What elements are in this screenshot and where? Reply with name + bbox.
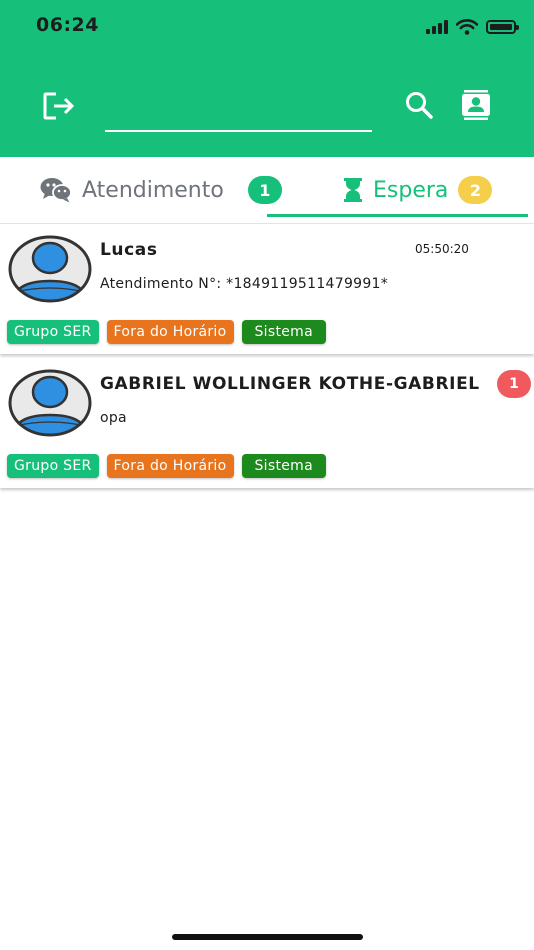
tag-list: Grupo SER Fora do Horário Sistema — [7, 454, 326, 478]
chat-bubbles-icon — [40, 178, 72, 203]
message-time: 05:50:20 — [415, 242, 469, 256]
search-input[interactable] — [105, 98, 372, 128]
last-message: Atendimento N°: *1849119511479991* — [100, 276, 389, 292]
contact-name: GABRIEL WOLLINGER KOTHE-GABRIEL — [100, 374, 480, 394]
status-icons — [426, 17, 519, 37]
tag-fora-do-horario: Fora do Horário — [106, 454, 234, 478]
tab-bar: Atendimento 1 Espera 2 — [0, 157, 534, 223]
avatar — [8, 369, 92, 437]
avatar — [8, 235, 92, 303]
battery-icon — [486, 20, 519, 34]
contact-card-icon[interactable] — [460, 89, 492, 121]
hourglass-icon — [344, 178, 362, 202]
tag-sistema: Sistema — [241, 454, 326, 478]
tab-espera-count: 2 — [458, 176, 493, 204]
conversation-item[interactable]: Lucas 05:50:20 Atendimento N°: *18491195… — [0, 224, 534, 354]
last-message: opa — [100, 410, 127, 426]
tag-sistema: Sistema — [241, 320, 326, 344]
tag-grupo-ser: Grupo SER — [7, 454, 99, 478]
tab-espera-label: Espera — [373, 177, 449, 203]
tab-atendimento[interactable]: Atendimento 1 — [40, 157, 282, 223]
contact-name: Lucas — [100, 240, 158, 260]
app-header: 06:24 — [0, 0, 534, 157]
cellular-signal-icon — [426, 20, 448, 34]
active-tab-indicator — [267, 214, 528, 217]
home-indicator[interactable] — [172, 934, 363, 940]
tag-grupo-ser: Grupo SER — [7, 320, 99, 344]
tag-list: Grupo SER Fora do Horário Sistema — [7, 320, 326, 344]
status-time: 06:24 — [36, 14, 99, 36]
tab-atendimento-label: Atendimento — [82, 177, 224, 203]
logout-icon[interactable] — [42, 91, 76, 121]
wifi-icon — [456, 19, 478, 35]
tab-atendimento-count: 1 — [247, 176, 282, 204]
search-underline — [105, 130, 372, 132]
conversation-item[interactable]: GABRIEL WOLLINGER KOTHE-GABRIEL 1 opa Gr… — [0, 358, 534, 488]
unread-count-badge: 1 — [497, 370, 531, 398]
search-icon[interactable] — [404, 90, 434, 120]
app-screen: 06:24 Atendimento 1 Espera 2 Lucas 05:50… — [0, 0, 534, 950]
tag-fora-do-horario: Fora do Horário — [106, 320, 234, 344]
